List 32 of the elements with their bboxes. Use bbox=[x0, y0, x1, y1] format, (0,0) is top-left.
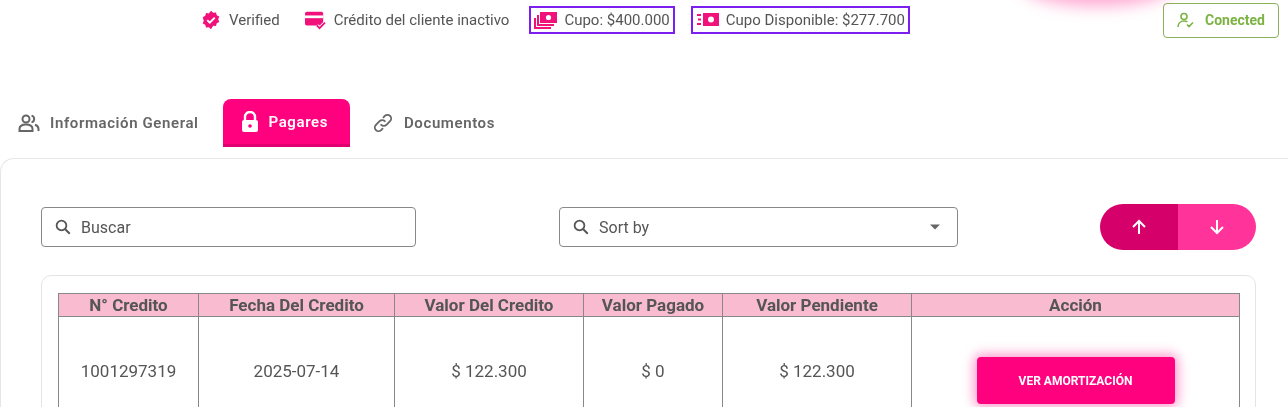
lock-icon bbox=[240, 110, 259, 133]
status-label: Cupo: $400.000 bbox=[564, 11, 670, 29]
link-icon bbox=[372, 112, 394, 134]
tab[interactable]: Pagares bbox=[222, 99, 350, 147]
search-icon bbox=[54, 218, 72, 236]
verified-badge-icon bbox=[201, 10, 221, 30]
status-label: Crédito del cliente inactivo bbox=[333, 11, 510, 29]
caret-icon bbox=[930, 224, 940, 230]
arrow-down-icon bbox=[1209, 219, 1225, 235]
status-label: Cupo Disponible: $277.700 bbox=[725, 11, 905, 29]
amortization-button[interactable]: VER AMORTIZACIÓN bbox=[976, 357, 1175, 404]
column-header: Valor Del Credito bbox=[394, 293, 584, 317]
sort-dropdown[interactable]: Sort by bbox=[559, 207, 958, 247]
tab[interactable]: Documentos bbox=[368, 99, 513, 147]
search-field[interactable]: Buscar bbox=[41, 207, 416, 247]
cash-stack-icon bbox=[534, 10, 559, 30]
search-icon bbox=[572, 218, 590, 236]
column-header: Acción bbox=[911, 293, 1240, 317]
connected-button[interactable]: Conected bbox=[1163, 2, 1279, 38]
column-header: N° Credito bbox=[58, 293, 199, 317]
column-header: Valor Pagado bbox=[583, 293, 723, 317]
sort-descending-button[interactable] bbox=[1178, 204, 1256, 250]
column-header: Fecha Del Credito bbox=[198, 293, 395, 317]
arrow-up-icon bbox=[1131, 219, 1147, 235]
status-label: Verified bbox=[229, 11, 280, 29]
column-header: Valor Pendiente bbox=[722, 293, 912, 317]
tab[interactable]: Información General bbox=[14, 99, 217, 147]
user-check-icon bbox=[1177, 12, 1195, 28]
people-icon bbox=[18, 114, 40, 132]
sort-ascending-button[interactable] bbox=[1100, 204, 1178, 250]
table-cell: 1001297319 bbox=[58, 316, 199, 407]
credit-card-icon bbox=[303, 10, 326, 30]
